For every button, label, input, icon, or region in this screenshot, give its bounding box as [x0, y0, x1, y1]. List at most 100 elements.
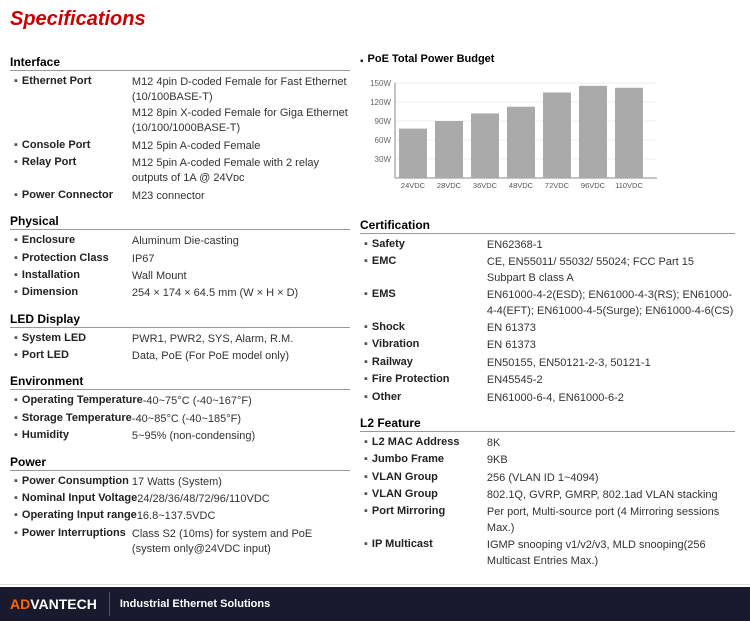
- spec-label: Power Interruptions: [22, 527, 132, 539]
- right-spec-value: EN45545-2: [487, 373, 543, 388]
- spec-value: M23 connector: [132, 189, 205, 204]
- right-spec-bullet: ▪: [364, 373, 368, 385]
- right-spec-list: ▪SafetyEN62368-1 ▪EMCCE, EN55011/ 55032/ …: [364, 238, 735, 406]
- spec-item: ▪Nominal Input Voltage24/28/36/48/72/96/…: [14, 492, 350, 507]
- right-spec-value: IGMP snooping v1/v2/v3, MLD snooping(256…: [487, 538, 735, 569]
- main-content: Interface ▪Ethernet PortM12 4pin D-coded …: [0, 35, 750, 581]
- spec-item: ▪System LEDPWR1, PWR2, SYS, Alarm, R.M.: [14, 332, 350, 347]
- spec-value: M12 4pin D-coded Female for Fast Etherne…: [132, 75, 350, 137]
- spec-value: Aluminum Die-casting: [132, 234, 239, 249]
- right-spec-value: Per port, Multi-source port (4 Mirroring…: [487, 505, 735, 536]
- right-spec-value: EN50155, EN50121-2-3, 50121-1: [487, 356, 651, 371]
- right-spec-item: ▪ Port MirroringPer port, Multi-source po…: [364, 505, 735, 536]
- footer-logo: ADVANTECH: [10, 596, 97, 612]
- right-spec-item: ▪Fire ProtectionEN45545-2: [364, 373, 735, 388]
- right-spec-label: Railway: [372, 356, 487, 368]
- right-spec-value: EN61000-4-2(ESD); EN61000-4-3(RS); EN610…: [487, 288, 735, 319]
- right-spec-label: VLAN Group: [372, 471, 487, 483]
- spec-label: Operating Temperature: [22, 394, 143, 406]
- spec-value: Wall Mount: [132, 269, 187, 284]
- right-spec-item: ▪OtherEN61000-6-4, EN61000-6-2: [364, 391, 735, 406]
- spec-item: ▪Ethernet PortM12 4pin D-coded Female fo…: [14, 75, 350, 137]
- right-spec-bullet: ▪: [364, 321, 368, 333]
- spec-bullet: ▪: [14, 429, 18, 441]
- spec-bullet: ▪: [14, 286, 18, 298]
- right-spec-bullet: ▪: [364, 338, 368, 350]
- spec-bullet: ▪: [14, 75, 18, 87]
- right-spec-bullet: ▪: [364, 538, 368, 550]
- spec-item: ▪Operating Input range16.8~137.5VDC: [14, 509, 350, 524]
- spec-value: IP67: [132, 252, 155, 267]
- spec-label: Installation: [22, 269, 132, 281]
- right-spec-label: L2 MAC Address: [372, 436, 487, 448]
- svg-text:110VDC: 110VDC: [615, 181, 643, 190]
- right-spec-label: Jumbo Frame: [372, 453, 487, 465]
- spec-label: Relay Port: [22, 156, 132, 168]
- section-title: Power: [10, 455, 350, 471]
- spec-bullet: ▪: [14, 527, 18, 539]
- spec-item: ▪Dimension254 × 174 × 64.5 mm (W × H × D…: [14, 286, 350, 301]
- page-wrapper: Specifications Interface▪Ethernet PortM1…: [0, 0, 750, 621]
- chart-bar: [399, 129, 427, 178]
- chart-bar: [507, 107, 535, 178]
- spec-item: ▪Power ConnectorM23 connector: [14, 189, 350, 204]
- right-spec-label: Port Mirroring: [372, 505, 487, 517]
- spec-list: ▪Operating Temperature-40~75°C (-40~167°…: [14, 394, 350, 444]
- chart-bar: [579, 86, 607, 178]
- right-spec-item: ▪Jumbo Frame9KB: [364, 453, 735, 468]
- svg-text:36VDC: 36VDC: [473, 181, 498, 190]
- right-spec-item: ▪VibrationEN 61373: [364, 338, 735, 353]
- right-spec-item: ▪SafetyEN62368-1: [364, 238, 735, 253]
- right-column: ▪PoE Total Power Budget150W120W90W60W30W…: [360, 45, 735, 571]
- right-spec-bullet: ▪: [364, 288, 368, 300]
- spec-value: 24/28/36/48/72/96/110VDC: [137, 492, 270, 507]
- section-title: Interface: [10, 55, 350, 71]
- spec-bullet: ▪: [14, 269, 18, 281]
- content-area: Specifications Interface▪Ethernet PortM1…: [0, 0, 750, 621]
- right-spec-bullet: ▪: [364, 255, 368, 267]
- spec-value: M12 5pin A-coded Female with 2 relay out…: [132, 156, 350, 187]
- right-spec-label: Other: [372, 391, 487, 403]
- right-spec-value: 8K: [487, 436, 500, 451]
- spec-value: Data, PoE (For PoE model only): [132, 349, 289, 364]
- svg-text:24VDC: 24VDC: [401, 181, 426, 190]
- section-title: Physical: [10, 214, 350, 230]
- right-spec-item: ▪EMCCE, EN55011/ 55032/ 55024; FCC Part …: [364, 255, 735, 286]
- spec-value: 254 × 174 × 64.5 mm (W × H × D): [132, 286, 298, 301]
- spec-item: ▪Protection ClassIP67: [14, 252, 350, 267]
- right-spec-bullet: ▪: [364, 505, 368, 517]
- spec-value: -40~85°C (-40~185°F): [132, 412, 241, 427]
- svg-text:60W: 60W: [375, 136, 392, 145]
- chart-title-row: ▪PoE Total Power Budget: [360, 53, 735, 69]
- right-spec-bullet: ▪: [364, 238, 368, 250]
- right-spec-value: CE, EN55011/ 55032/ 55024; FCC Part 15 S…: [487, 255, 735, 286]
- spec-bullet: ▪: [14, 252, 18, 264]
- right-spec-label: Vibration: [372, 338, 487, 350]
- spec-bullet: ▪: [14, 156, 18, 168]
- spec-list: ▪Power Consumption17 Watts (System)▪Nomi…: [14, 475, 350, 558]
- section-title: LED Display: [10, 312, 350, 328]
- svg-text:72VDC: 72VDC: [545, 181, 570, 190]
- spec-item: ▪Power InterruptionsClass S2 (10ms) for …: [14, 527, 350, 558]
- spec-value: M12 5pin A-coded Female: [132, 139, 260, 154]
- spec-bullet: ▪: [14, 475, 18, 487]
- right-spec-value: EN62368-1: [487, 238, 543, 253]
- chart-bar: [435, 121, 463, 178]
- footer: ADVANTECH Industrial Ethernet Solutions: [0, 587, 750, 621]
- svg-text:28VDC: 28VDC: [437, 181, 462, 190]
- spec-bullet: ▪: [14, 492, 18, 504]
- right-spec-item: ▪L2 MAC Address8K: [364, 436, 735, 451]
- right-spec-bullet: ▪: [364, 356, 368, 368]
- footer-logo-ad: AD: [10, 596, 30, 612]
- right-spec-value: 9KB: [487, 453, 508, 468]
- footer-divider: [109, 592, 110, 616]
- svg-text:96VDC: 96VDC: [581, 181, 606, 190]
- spec-label: Port LED: [22, 349, 132, 361]
- right-spec-label: Shock: [372, 321, 487, 333]
- poe-chart: 150W120W90W60W30W24VDC28VDC36VDC48VDC72V…: [360, 73, 670, 203]
- right-spec-value: 802.1Q, GVRP, GMRP, 802.1ad VLAN stackin…: [487, 488, 718, 503]
- right-spec-item: ▪EMSEN61000-4-2(ESD); EN61000-4-3(RS); E…: [364, 288, 735, 319]
- right-spec-value: EN 61373: [487, 321, 536, 336]
- chart-title: PoE Total Power Budget: [368, 53, 495, 65]
- right-spec-label: VLAN Group: [372, 488, 487, 500]
